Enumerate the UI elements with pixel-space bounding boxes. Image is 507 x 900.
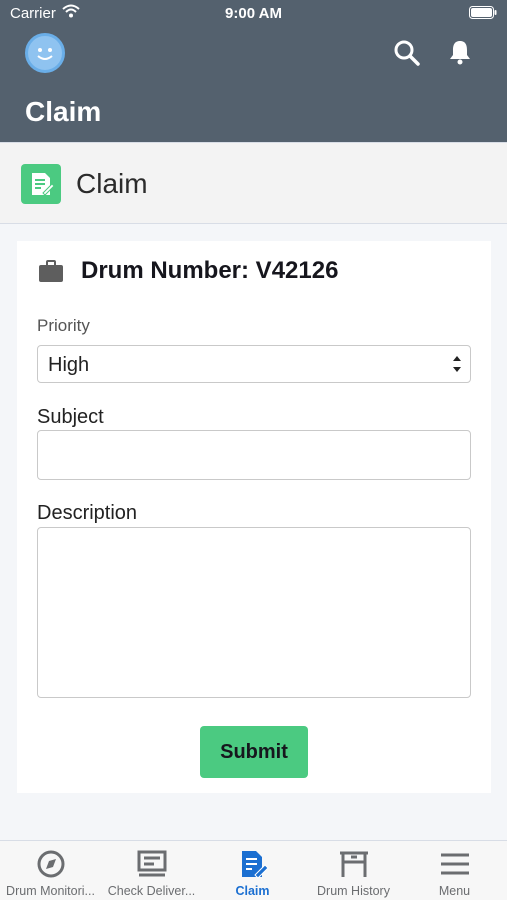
priority-value: High bbox=[48, 354, 90, 376]
briefcase-icon bbox=[39, 260, 63, 282]
hamburger-icon bbox=[441, 853, 469, 875]
tab-bar: Drum Monitori... Check Deliver... Claim … bbox=[0, 840, 507, 900]
drum-number-title: Drum Number: V42126 bbox=[81, 257, 339, 284]
priority-label: Priority bbox=[37, 316, 90, 335]
tab-label: Claim bbox=[235, 884, 270, 898]
select-arrows-icon bbox=[453, 356, 461, 372]
bell-icon[interactable] bbox=[446, 38, 474, 66]
app-header: Carrier 9:00 AM Claim bbox=[0, 0, 507, 142]
subject-input[interactable] bbox=[37, 430, 471, 480]
clock: 9:00 AM bbox=[225, 5, 282, 22]
page-title: Claim bbox=[25, 96, 102, 127]
smiley-icon bbox=[37, 48, 53, 60]
battery-icon bbox=[469, 6, 497, 19]
table-icon bbox=[340, 851, 368, 877]
record-title: Claim bbox=[76, 168, 148, 199]
record-header: Claim bbox=[0, 142, 507, 224]
tab-drum-history[interactable]: Drum History bbox=[303, 841, 404, 900]
tab-label: Drum Monitori... bbox=[6, 884, 95, 898]
priority-select[interactable]: High bbox=[37, 345, 471, 383]
tab-label: Menu bbox=[438, 884, 471, 898]
tab-drum-monitoring[interactable]: Drum Monitori... bbox=[0, 841, 101, 900]
status-bar: Carrier 9:00 AM bbox=[0, 0, 507, 28]
description-label: Description bbox=[37, 502, 138, 524]
claim-document-icon bbox=[21, 164, 61, 204]
tab-menu[interactable]: Menu bbox=[404, 841, 507, 900]
search-icon[interactable] bbox=[393, 39, 421, 67]
tab-label: Check Deliver... bbox=[107, 884, 196, 898]
compass-icon bbox=[37, 850, 65, 878]
claim-form-card: Drum Number: V42126 Priority High Subjec… bbox=[17, 241, 491, 793]
tab-claim[interactable]: Claim bbox=[202, 841, 303, 900]
avatar[interactable] bbox=[25, 33, 65, 73]
submit-button[interactable]: Submit bbox=[200, 726, 308, 778]
description-input[interactable] bbox=[37, 527, 471, 698]
tab-label: Drum History bbox=[317, 884, 390, 898]
claim-icon bbox=[242, 851, 269, 879]
list-icon bbox=[137, 850, 167, 877]
subject-label: Subject bbox=[37, 406, 104, 428]
tab-check-delivery[interactable]: Check Deliver... bbox=[101, 841, 202, 900]
